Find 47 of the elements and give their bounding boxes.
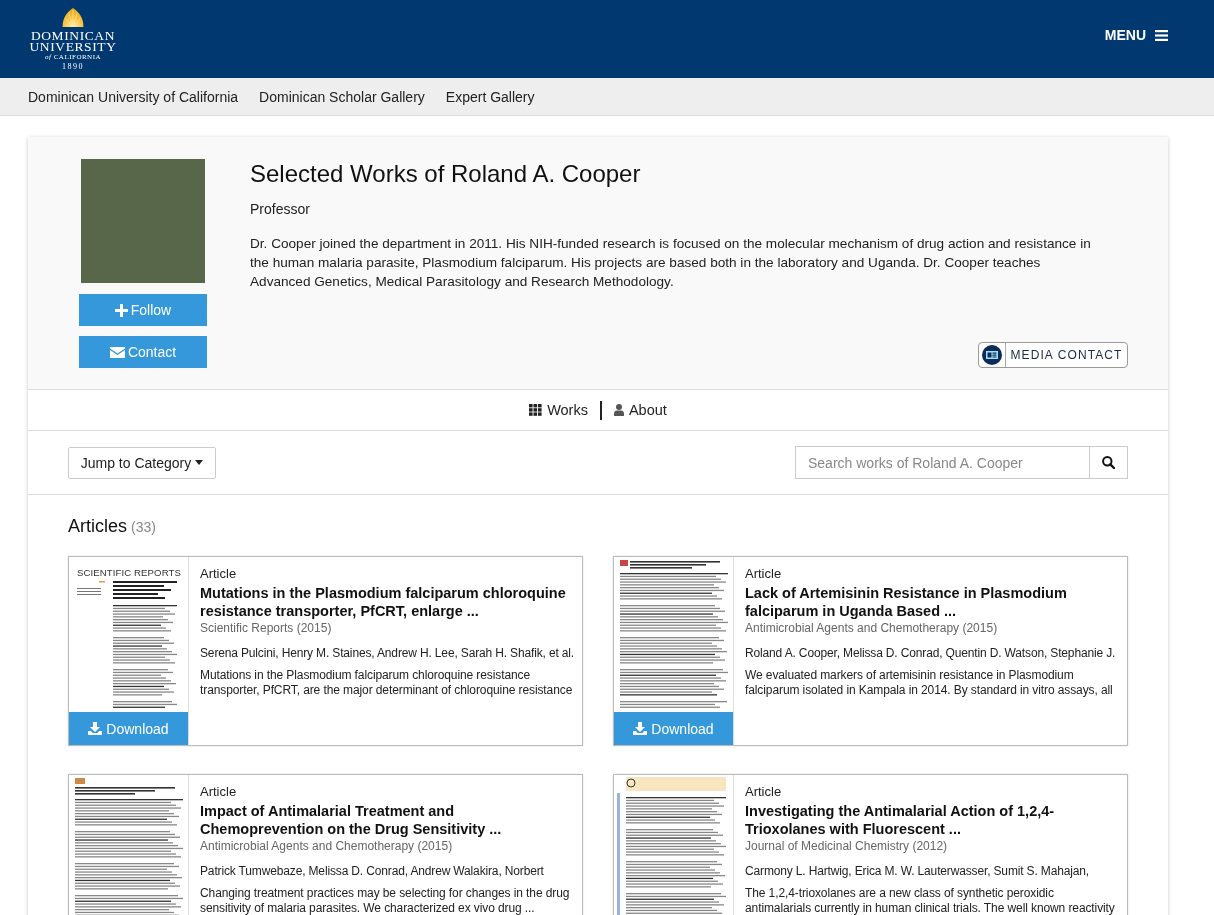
authors-text: Carmony L. Hartwig, Erica M. W. Lauterwasser, Sumit S. Mahajan, [745,863,1090,880]
authors-text: Roland A. Cooper, Melissa D. Conrad, Quentin D. Watson, Stephanie J. [745,645,1117,662]
article-type: Article [745,565,783,582]
abstract-text: Mutations in the Plasmodium falciparum chloroquine resistance transporter, PfCRT, are the major determinant of chloroquine resistance [200,668,574,698]
journal-text: Antimicrobial Agents and Chemotherapy (2015) [200,838,454,854]
search-field[interactable]: Search works of Roland A. Cooper [795,446,1090,479]
person-icon [613,404,624,416]
abstract-text: We evaluated markers of artemisinin resistance in Plasmodium falciparum isolated in Kampala in 2014. By standard in vitro assays, all [745,668,1114,698]
breadcrumb-link[interactable]: Expert Gallery [445,88,535,105]
section-count: (33) [131,518,156,537]
menu-icon [1155,29,1168,41]
bio-paragraph: Dr. Cooper joined the department in 2011. His NIH-funded research is focused on the molecular mechanism of drug action and resistance in the human malaria parasite, Plasmodium falciparum. His projects are based both in the laboratory and Uganda. Dr. Cooper teaches Advanced Genetics, Medical Parasitology and Research Methodology. [250,235,1092,291]
journal-text: Scientific Reports (2015) [200,620,333,636]
newspaper-icon [982,345,1002,365]
search-button[interactable] [1090,446,1128,479]
journal-text: Antimicrobial Agents and Chemotherapy (2015) [745,620,999,636]
article-title[interactable]: Lack of Artemisinin Resistance in Plasmodium falciparum in Uganda Based ... [745,584,1123,620]
article-type: Article [745,783,783,800]
grid-icon [529,404,543,416]
caret-icon [195,460,204,465]
article-title[interactable]: Impact of Antimalarial Treatment and Chemoprevention on the Drug Sensitivity ... [200,802,578,838]
section-title: Articles [68,515,127,537]
journal-text: Journal of Medicinal Chemistry (2012) [745,838,949,854]
authors-text: Patrick Tumwebaze, Melissa D. Conrad, Andrew Walakira, Norbert [200,863,545,880]
profile-title: Selected Works of Roland A. Cooper [250,159,642,189]
menu-button[interactable]: MENU [1104,27,1168,43]
breadcrumb-link[interactable]: Dominican Scholar Gallery [259,88,425,105]
download-icon [88,722,103,735]
search-icon [1102,456,1115,469]
jump-to-category-dropdown[interactable]: Jump to Category [68,446,216,479]
download-icon [633,722,648,735]
dome-icon [61,7,85,27]
breadcrumb-link[interactable]: Dominican University of California [28,88,239,105]
media-contact-button[interactable]: MEDIA CONTACT [978,342,1128,368]
about-tab[interactable]: About [601,402,679,418]
article-title[interactable]: Mutations in the Plasmodium falciparum chloroquine resistance transporter, PfCRT, enlarge ... [200,584,578,620]
article-type: Article [200,783,238,800]
article-title[interactable]: Investigating the Antimalarial Action of 1,2,4- Trioxolanes with Fluorescent ... [745,802,1123,838]
envelope-icon [109,346,125,358]
abstract-text: Changing treatment practices may be selecting for changes in the drug sensitivity of malaria parasites. We characterized ex vivo drug ... [200,886,571,915]
abstract-text: The 1,2,4-trioxolanes are a new class of synthetic peroxidic antimalarials currently in human clinical trials. The well known reactivity [745,886,1116,915]
works-tab[interactable]: Works [517,402,600,418]
thumbnail-masthead: SCIENTIFIC REPORTS [77,567,181,578]
position-text: Professor [250,200,311,219]
article-type: Article [200,565,238,582]
plus-icon [114,303,128,317]
authors-text: Serena Pulcini, Henry M. Staines, Andrew H. Lee, Sarah H. Shafik, et al. [200,645,576,662]
